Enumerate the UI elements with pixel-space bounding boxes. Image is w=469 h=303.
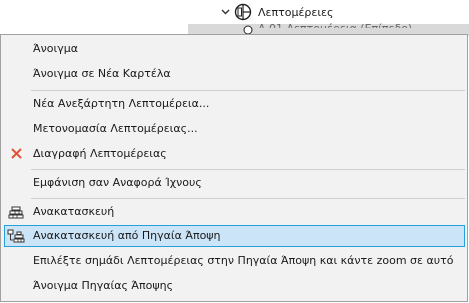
menu-item-open[interactable]: Άνοιγμα bbox=[4, 38, 465, 60]
chevron-down-icon[interactable] bbox=[221, 7, 230, 16]
rebuild-from-source-icon bbox=[7, 229, 25, 243]
menu-item-rebuild-from-source-view[interactable]: Ανακατασκευή από Πηγαία Άποψη bbox=[4, 225, 465, 247]
menu-item-show-as-trace-reference[interactable]: Εμφάνιση σαν Αναφορά Ίχνους bbox=[4, 172, 465, 194]
menu-item-label: Εμφάνιση σαν Αναφορά Ίχνους bbox=[33, 176, 202, 189]
menu-item-label: Ανακατασκευή bbox=[33, 205, 115, 218]
menu-separator bbox=[31, 169, 465, 170]
menu-item-new-independent-detail[interactable]: Νέα Ανεξάρτητη Λεπτομέρεια... bbox=[4, 93, 465, 115]
menu-item-label: Ανακατασκευή από Πηγαία Άποψη bbox=[33, 229, 221, 242]
menu-separator bbox=[31, 198, 465, 199]
menu-item-label: Άνοιγμα σε Νέα Καρτέλα bbox=[33, 67, 171, 80]
menu-item-label: Νέα Ανεξάρτητη Λεπτομέρεια... bbox=[33, 97, 210, 110]
menu-separator bbox=[31, 90, 465, 91]
menu-item-open-source-view[interactable]: Άνοιγμα Πηγαίας Άποψης bbox=[4, 275, 465, 297]
tree-item-label: Λεπτομέρειες bbox=[258, 6, 334, 19]
screen: Λεπτομέρειες Λ.01 Λεπτομέρεια (Επίπεδο) … bbox=[0, 0, 469, 303]
menu-item-label: Άνοιγμα Πηγαίας Άποψης bbox=[33, 279, 174, 292]
menu-item-label: Μετονομασία Λεπτομέρειας... bbox=[33, 122, 198, 135]
tree-item-details-folder[interactable]: Λεπτομέρειες bbox=[188, 3, 469, 23]
navigator-tree: Λεπτομέρειες Λ.01 Λεπτομέρεια (Επίπεδο) bbox=[188, 0, 469, 36]
context-menu: Άνοιγμα Άνοιγμα σε Νέα Καρτέλα Νέα Ανεξά… bbox=[0, 34, 468, 302]
menu-item-rename-detail[interactable]: Μετονομασία Λεπτομέρειας... bbox=[4, 118, 465, 140]
menu-item-label: Διαγραφή Λεπτομέρειας bbox=[33, 147, 167, 160]
menu-item-label: Άνοιγμα bbox=[33, 42, 78, 55]
menu-item-delete-detail[interactable]: Διαγραφή Λεπτομέρειας bbox=[4, 143, 465, 165]
delete-x-icon bbox=[11, 148, 22, 159]
menu-item-rebuild[interactable]: Ανακατασκευή bbox=[4, 201, 465, 223]
detail-marker-icon bbox=[234, 3, 252, 21]
menu-item-label: Επιλέξτε σημάδι Λεπτομέρειας στην Πηγαία… bbox=[33, 254, 454, 267]
menu-item-select-marker-and-zoom[interactable]: Επιλέξτε σημάδι Λεπτομέρειας στην Πηγαία… bbox=[4, 250, 465, 272]
menu-item-open-in-new-tab[interactable]: Άνοιγμα σε Νέα Καρτέλα bbox=[4, 63, 465, 85]
rebuild-icon bbox=[8, 206, 24, 219]
